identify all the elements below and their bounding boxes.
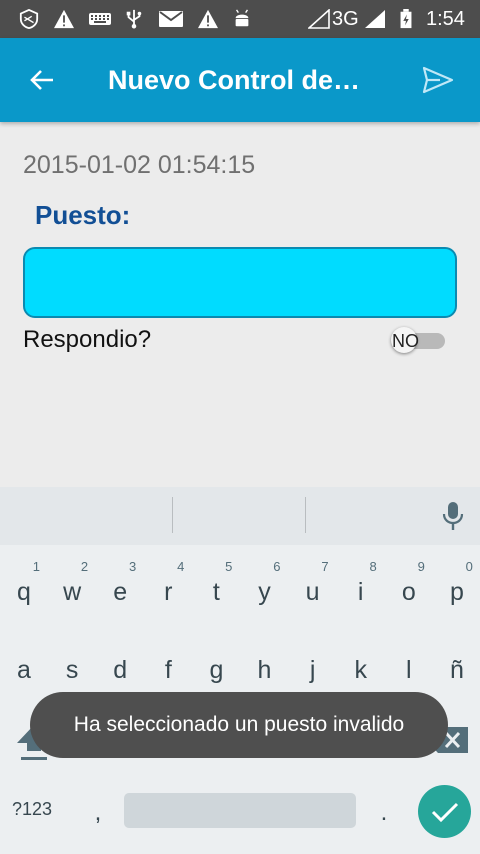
signal-icon xyxy=(308,9,330,29)
key-t[interactable]: t5 xyxy=(192,555,240,611)
key-letter: e xyxy=(113,578,128,606)
key-letter: r xyxy=(164,578,173,606)
key-letter: h xyxy=(257,656,272,684)
arrow-back-icon xyxy=(30,70,53,90)
space-key[interactable] xyxy=(124,793,356,828)
battery-icon xyxy=(400,9,412,29)
key-number-hint: 7 xyxy=(321,559,329,574)
keyboard: q1w2e3r4t5y6u7i8o9p0 asdfghjklñ zxcvbnm … xyxy=(0,487,480,854)
warning-icon xyxy=(198,9,218,29)
mic-button[interactable] xyxy=(436,499,470,533)
network-type-label: 3G xyxy=(332,8,359,30)
respondio-label: Respondio? xyxy=(23,326,152,353)
key-letter: s xyxy=(65,656,79,684)
key-ñ[interactable]: ñ xyxy=(433,633,480,689)
puesto-input[interactable] xyxy=(23,247,457,318)
respondio-switch[interactable]: NO xyxy=(391,327,445,353)
android-icon xyxy=(235,9,249,27)
usb-icon xyxy=(126,9,142,29)
key-q[interactable]: q1 xyxy=(0,555,48,611)
key-letter: g xyxy=(209,656,224,684)
suggestion-divider xyxy=(172,497,173,533)
key-r[interactable]: r4 xyxy=(144,555,192,611)
key-letter: i xyxy=(357,578,364,606)
key-number-hint: 8 xyxy=(369,559,377,574)
key-h[interactable]: h xyxy=(241,633,289,689)
period-key[interactable]: . xyxy=(374,799,394,827)
puesto-label: Puesto: xyxy=(35,200,131,230)
key-letter: y xyxy=(258,578,271,606)
keyboard-icon xyxy=(89,13,111,25)
key-letter: w xyxy=(63,578,82,606)
key-o[interactable]: o9 xyxy=(385,555,433,611)
switch-state-label: NO xyxy=(392,331,419,351)
app-bar: Nuevo Control de… xyxy=(0,38,480,122)
key-number-hint: 2 xyxy=(80,559,89,574)
key-number-hint: 1 xyxy=(32,559,40,574)
key-letter: k xyxy=(354,656,367,684)
status-bar: 3G 1:54 xyxy=(0,0,480,38)
key-letter: f xyxy=(164,656,172,684)
back-button[interactable] xyxy=(18,58,66,102)
key-letter: j xyxy=(309,656,316,684)
suggestion-divider xyxy=(305,497,306,533)
send-icon xyxy=(422,66,454,94)
key-u[interactable]: u7 xyxy=(289,555,337,611)
key-number-hint: 4 xyxy=(177,559,185,574)
key-w[interactable]: w2 xyxy=(48,555,96,611)
symbols-key[interactable]: ?123 xyxy=(12,797,52,821)
key-l[interactable]: l xyxy=(385,633,433,689)
key-p[interactable]: p0 xyxy=(433,555,480,611)
key-y[interactable]: y6 xyxy=(241,555,289,611)
key-i[interactable]: i8 xyxy=(337,555,385,611)
toast-message: Ha seleccionado un puesto invalido xyxy=(30,692,448,758)
suggestion-strip xyxy=(0,487,480,545)
warning-icon xyxy=(54,9,74,29)
send-button[interactable] xyxy=(412,58,464,102)
page-title: Nuevo Control de… xyxy=(108,65,361,95)
mic-icon xyxy=(442,502,464,530)
check-icon xyxy=(431,802,458,822)
key-letter: q xyxy=(17,578,31,606)
key-j[interactable]: j xyxy=(289,633,337,689)
key-letter: l xyxy=(406,656,412,684)
key-e[interactable]: e3 xyxy=(96,555,144,611)
key-k[interactable]: k xyxy=(337,633,385,689)
key-s[interactable]: s xyxy=(48,633,96,689)
key-a[interactable]: a xyxy=(0,633,48,689)
key-f[interactable]: f xyxy=(144,633,192,689)
key-d[interactable]: d xyxy=(96,633,144,689)
comma-key[interactable]: , xyxy=(88,799,108,827)
key-letter: a xyxy=(17,656,31,684)
key-number-hint: 6 xyxy=(273,559,281,574)
key-g[interactable]: g xyxy=(192,633,240,689)
key-number-hint: 9 xyxy=(417,559,425,574)
clock: 1:54 xyxy=(426,8,465,30)
key-letter: t xyxy=(212,578,220,606)
enter-key[interactable] xyxy=(418,785,471,838)
timestamp: 2015-01-02 01:54:15 xyxy=(23,151,256,179)
mail-icon xyxy=(159,11,183,27)
key-number-hint: 0 xyxy=(465,559,473,574)
signal-icon xyxy=(365,10,385,28)
key-number-hint: 3 xyxy=(128,559,137,574)
key-letter: u xyxy=(305,578,320,606)
key-letter: ñ xyxy=(449,656,464,684)
key-letter: d xyxy=(113,656,128,684)
key-number-hint: 5 xyxy=(225,559,233,574)
shield-icon xyxy=(19,9,39,29)
key-letter: o xyxy=(401,578,416,606)
key-letter: p xyxy=(449,578,464,606)
